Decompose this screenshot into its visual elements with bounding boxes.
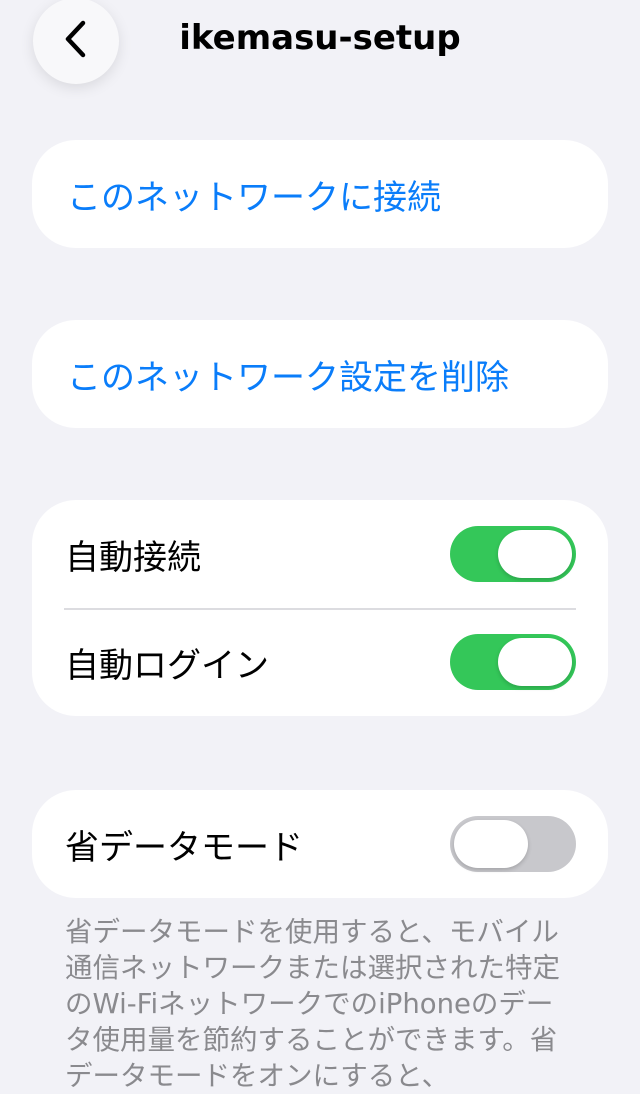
low-data-toggle[interactable]: [450, 816, 576, 872]
auto-login-toggle[interactable]: [450, 634, 576, 690]
auto-login-row: 自動ログイン: [32, 608, 608, 716]
auto-join-row: 自動接続: [32, 500, 608, 608]
forget-network-button[interactable]: このネットワーク設定を削除: [32, 320, 608, 428]
toggle-knob: [498, 530, 572, 578]
toggle-knob: [498, 638, 572, 686]
low-data-group: 省データモード: [32, 790, 608, 898]
low-data-label: 省データモード: [65, 827, 303, 868]
forget-card: このネットワーク設定を削除: [32, 320, 608, 428]
auto-join-toggle[interactable]: [450, 526, 576, 582]
auto-join-label: 自動接続: [65, 537, 201, 578]
page-title: ikemasu-setup: [179, 18, 461, 58]
connect-card: このネットワークに接続: [32, 140, 608, 248]
connect-network-button[interactable]: このネットワークに接続: [32, 140, 608, 248]
auto-login-label: 自動ログイン: [65, 645, 269, 686]
toggle-knob: [454, 820, 528, 868]
auto-settings-group: 自動接続 自動ログイン: [32, 500, 608, 716]
low-data-description: 省データモードを使用すると、モバイル通信ネットワークまたは選択された特定のWi-…: [65, 916, 560, 1092]
low-data-row: 省データモード: [32, 790, 608, 898]
